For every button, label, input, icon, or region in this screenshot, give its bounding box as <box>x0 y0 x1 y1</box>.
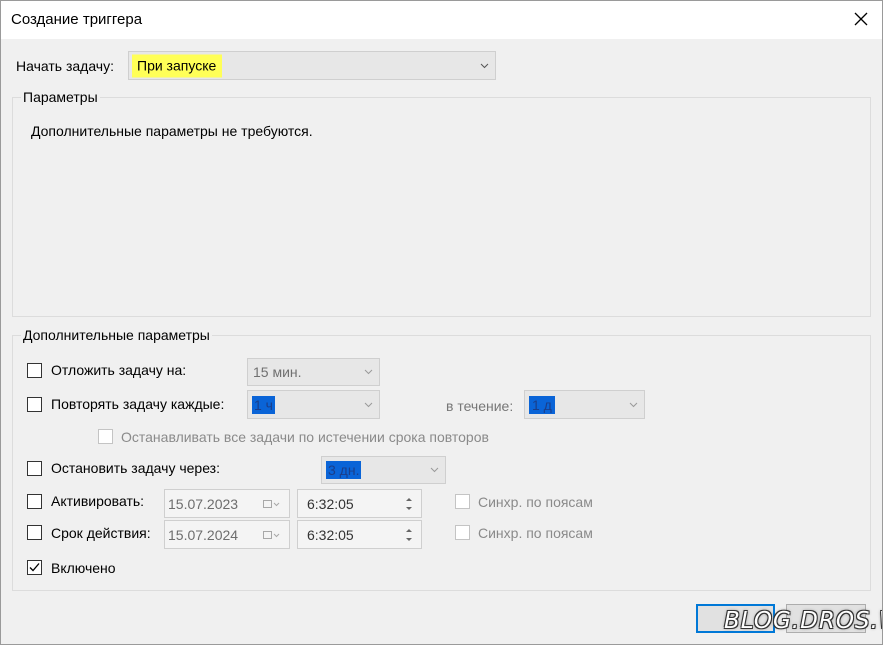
chevron-down-icon <box>430 467 439 473</box>
activate-checkbox[interactable] <box>27 494 42 509</box>
delay-value: 15 мин. <box>253 364 302 380</box>
begin-task-value: При запуске <box>132 54 223 77</box>
chevron-down-icon <box>629 402 638 407</box>
repeat-label: Повторять задачу каждые: <box>51 396 225 412</box>
window-title: Создание триггера <box>11 11 143 28</box>
repeat-value: 1 ч <box>252 395 275 414</box>
params-message: Дополнительные параметры не требуются. <box>31 123 313 139</box>
activate-sync-label: Синхр. по поясам <box>478 494 593 510</box>
enabled-label: Включено <box>51 560 116 576</box>
expire-date-value: 15.07.2024 <box>168 526 239 543</box>
begin-task-select[interactable]: При запуске <box>128 51 496 80</box>
delay-label: Отложить задачу на: <box>51 362 187 378</box>
repeat-checkbox[interactable] <box>27 397 42 412</box>
expire-time-spinner[interactable]: 6:32:05 <box>297 520 422 549</box>
delay-checkbox[interactable] <box>27 363 42 378</box>
chevron-down-icon <box>364 369 373 375</box>
repeat-select[interactable]: 1 ч <box>247 390 380 419</box>
spinner-arrows-icon[interactable] <box>402 525 416 545</box>
stop-after-label: Остановить задачу через: <box>51 460 220 476</box>
activate-time-value: 6:32:05 <box>307 495 354 512</box>
params-group-title: Параметры <box>21 89 100 105</box>
watermark: BLOG.DROS.WS <box>724 608 883 634</box>
repeat-duration-value: 1 д <box>529 395 555 414</box>
repeat-duration-select[interactable]: 1 д <box>524 390 645 419</box>
stop-after-checkbox[interactable] <box>27 461 42 476</box>
calendar-dropdown-icon <box>263 500 280 508</box>
expire-label: Срок действия: <box>51 525 151 541</box>
repeat-duration-label: в течение: <box>446 398 514 414</box>
activate-time-spinner[interactable]: 6:32:05 <box>297 489 422 518</box>
activate-sync-checkbox[interactable] <box>455 494 470 509</box>
expire-time-value: 6:32:05 <box>307 526 354 543</box>
stop-after-value: 3 дн. <box>326 461 362 479</box>
expire-sync-checkbox[interactable] <box>455 525 470 540</box>
delay-select[interactable]: 15 мин. <box>247 358 380 386</box>
activate-date-picker[interactable]: 15.07.2023 <box>164 489 290 518</box>
chevron-down-icon <box>364 402 373 407</box>
spinner-arrows-icon[interactable] <box>402 494 416 514</box>
activate-date-value: 15.07.2023 <box>168 495 239 512</box>
expire-sync-label: Синхр. по поясам <box>478 525 593 541</box>
stop-all-checkbox[interactable] <box>98 429 113 444</box>
chevron-down-icon <box>480 63 489 68</box>
stop-after-select[interactable]: 3 дн. <box>321 456 446 484</box>
stop-all-label: Останавливать все задачи по истечении ср… <box>121 429 489 445</box>
checkmark-icon <box>29 563 40 572</box>
enabled-checkbox[interactable] <box>27 560 42 575</box>
advanced-group-title: Дополнительные параметры <box>21 327 212 343</box>
calendar-dropdown-icon <box>263 531 280 539</box>
begin-task-label: Начать задачу: <box>16 58 114 74</box>
close-icon[interactable] <box>850 8 872 30</box>
expire-checkbox[interactable] <box>27 525 42 540</box>
expire-date-picker[interactable]: 15.07.2024 <box>164 520 290 549</box>
activate-label: Активировать: <box>51 493 145 509</box>
